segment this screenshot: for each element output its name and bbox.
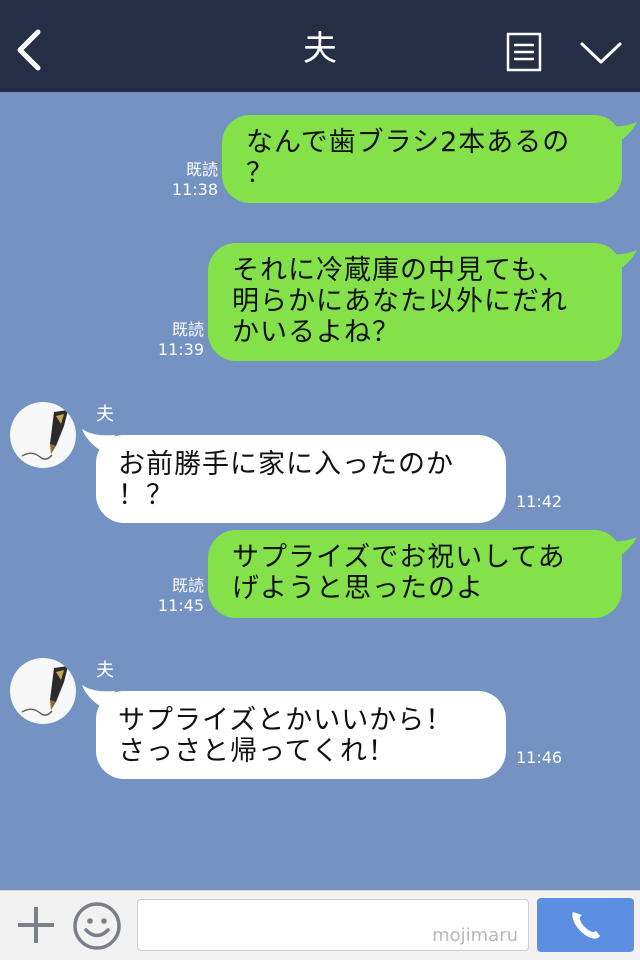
message-input[interactable]: mojimaru [137,899,529,951]
message-line: サプライズでお祝いしてあ [232,542,566,573]
read-receipt: 既読 [185,160,218,179]
message-line: ？ [246,158,274,189]
chat-title: 夫 [303,29,337,69]
outgoing-message[interactable]: なんで歯ブラシ2本あるの ？ [222,115,622,203]
outgoing-message[interactable]: サプライズでお祝いしてあ げようと思ったのよ [208,530,622,618]
input-bar: mojimaru [0,890,640,960]
phone-icon [572,912,600,939]
message-meta: 既読 11:39 [140,320,204,360]
read-receipt: 既読 [171,576,204,595]
bubble-tail [604,122,637,146]
sender-name: 夫 [96,660,114,681]
message-meta: 既読 11:45 [140,576,204,616]
smiley-icon [73,902,121,950]
message-line: お前勝手に家に入ったのか [118,449,454,480]
message-time: 11:46 [516,748,563,767]
message-line: ！？ [118,480,174,511]
message-time: 11:45 [157,596,204,615]
chat-header: 夫 [0,0,640,92]
message-line: 明らかにあなた以外にだれ [232,286,568,317]
message-line: なんで歯ブラシ2本あるの [246,127,571,158]
message-line: サプライズとかいいから！ [118,705,454,736]
watermark: mojimaru [432,925,518,946]
sender-name: 夫 [96,404,114,425]
message-line: それに冷蔵庫の中見ても、 [232,255,566,286]
collapse-button[interactable] [578,36,624,70]
incoming-message[interactable]: サプライズとかいいから！ さっさと帰ってくれ！ [96,691,506,779]
message-line: さっさと帰ってくれ！ [118,736,396,767]
pen-avatar-icon [21,666,68,716]
bubble-tail [604,537,637,561]
list-icon [506,32,542,72]
menu-button[interactable] [506,32,542,72]
message-line: かいるよね？ [232,317,400,348]
call-button[interactable] [537,898,634,952]
plus-icon [18,907,54,943]
message-meta: 既読 11:38 [150,160,218,200]
incoming-message[interactable]: お前勝手に家に入ったのか ！？ [96,435,506,523]
back-button[interactable] [12,28,48,72]
chevron-left-icon [17,29,41,71]
message-time: 11:38 [171,180,218,199]
message-time: 11:42 [516,492,563,511]
read-receipt: 既読 [171,320,204,339]
message-line: げようと思ったのよ [232,573,484,604]
outgoing-message[interactable]: それに冷蔵庫の中見ても、 明らかにあなた以外にだれ かいるよね？ [208,243,622,361]
avatar[interactable] [10,402,76,468]
bubble-tail [604,250,637,274]
pen-avatar-icon [21,410,68,460]
message-time: 11:39 [157,340,204,359]
chevron-down-icon [580,42,622,64]
message-list[interactable]: 既読 11:38 なんで歯ブラシ2本あるの ？ 既読 11:39 それに冷蔵庫の… [0,92,640,890]
emoji-button[interactable] [72,901,122,951]
avatar[interactable] [10,658,76,724]
attach-button[interactable] [14,903,58,947]
